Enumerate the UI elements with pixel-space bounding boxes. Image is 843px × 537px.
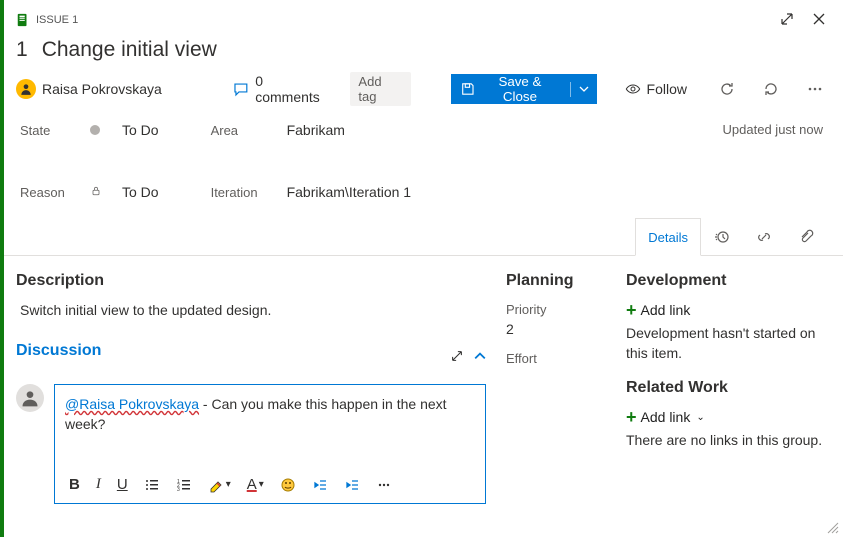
tab-links[interactable] xyxy=(743,218,785,255)
emoji-button[interactable] xyxy=(280,477,296,493)
tabs: Details xyxy=(4,218,843,256)
bullet-list-button[interactable] xyxy=(144,477,160,493)
save-button-label: Save & Close xyxy=(480,74,559,104)
follow-label: Follow xyxy=(647,81,687,97)
svg-text:3: 3 xyxy=(177,487,180,493)
assignee-name: Raisa Pokrovskaya xyxy=(42,81,162,97)
reason-label: Reason xyxy=(20,185,70,200)
planning-heading: Planning xyxy=(506,272,606,290)
issue-type-badge: ISSUE 1 xyxy=(16,13,78,27)
description-heading: Description xyxy=(16,272,486,290)
discussion-expand-icon[interactable] xyxy=(450,349,464,366)
italic-button[interactable]: I xyxy=(96,476,101,493)
resize-grip-icon[interactable] xyxy=(827,521,839,533)
save-dropdown[interactable] xyxy=(570,82,597,97)
development-heading: Development xyxy=(626,272,827,290)
issue-badge-text: ISSUE 1 xyxy=(36,14,78,26)
plus-icon: + xyxy=(626,410,637,424)
more-actions-icon[interactable] xyxy=(803,77,827,101)
related-helper: There are no links in this group. xyxy=(626,431,827,451)
description-text[interactable]: Switch initial view to the updated desig… xyxy=(20,302,486,318)
state-value[interactable]: To Do xyxy=(122,122,159,138)
save-and-close-button[interactable]: Save & Close xyxy=(451,74,597,104)
font-color-button[interactable]: A▾ xyxy=(247,476,264,493)
outdent-button[interactable] xyxy=(312,477,328,493)
clear-format-button[interactable]: ▾ xyxy=(208,477,231,493)
comments-count: 0 comments xyxy=(255,73,330,105)
work-item-title[interactable]: Change initial view xyxy=(42,38,217,62)
tab-attachments[interactable] xyxy=(785,218,827,255)
state-label: State xyxy=(20,123,70,138)
discussion-heading[interactable]: Discussion xyxy=(16,342,101,360)
discussion-collapse-icon[interactable] xyxy=(474,349,486,366)
tab-history[interactable] xyxy=(701,218,743,255)
current-user-avatar xyxy=(16,384,44,412)
comment-editor[interactable]: @Raisa Pokrovskaya - Can you make this h… xyxy=(54,384,486,504)
comments-link[interactable]: 0 comments xyxy=(233,73,330,105)
area-label: Area xyxy=(211,123,267,138)
plus-icon: + xyxy=(626,303,637,317)
indent-button[interactable] xyxy=(344,477,360,493)
state-dot-icon xyxy=(90,125,100,135)
numbered-list-button[interactable]: 123 xyxy=(176,477,192,493)
work-item-id: 1 xyxy=(16,38,28,62)
priority-label: Priority xyxy=(506,302,606,317)
follow-button[interactable]: Follow xyxy=(617,81,695,97)
bold-button[interactable]: B xyxy=(69,476,80,493)
assignee-picker[interactable]: Raisa Pokrovskaya xyxy=(16,79,213,99)
undo-icon[interactable] xyxy=(759,77,783,101)
related-add-link[interactable]: + Add link ⌄ xyxy=(626,409,827,425)
toolbar-more-button[interactable] xyxy=(376,477,392,493)
comment-mention[interactable]: @Raisa Pokrovskaya xyxy=(65,396,199,412)
lock-icon xyxy=(90,184,102,200)
development-add-link[interactable]: + Add link xyxy=(626,302,827,318)
expand-icon[interactable] xyxy=(779,11,795,30)
updated-text: Updated just now xyxy=(723,122,823,137)
chevron-down-icon: ⌄ xyxy=(696,412,704,423)
development-helper: Development hasn't started on this item. xyxy=(626,324,827,363)
avatar xyxy=(16,79,36,99)
underline-button[interactable]: U xyxy=(117,476,128,493)
add-tag-button[interactable]: Add tag xyxy=(350,72,410,106)
reason-value[interactable]: To Do xyxy=(122,184,159,200)
close-icon[interactable] xyxy=(811,11,827,30)
related-heading: Related Work xyxy=(626,379,827,397)
area-value[interactable]: Fabrikam xyxy=(287,122,345,138)
editor-toolbar: B I U 123 ▾ A▾ xyxy=(55,470,485,503)
refresh-icon[interactable] xyxy=(715,77,739,101)
effort-label: Effort xyxy=(506,351,606,366)
tab-details[interactable]: Details xyxy=(635,218,701,256)
iteration-value[interactable]: Fabrikam\Iteration 1 xyxy=(287,184,412,200)
iteration-label: Iteration xyxy=(211,185,267,200)
priority-value[interactable]: 2 xyxy=(506,321,606,337)
